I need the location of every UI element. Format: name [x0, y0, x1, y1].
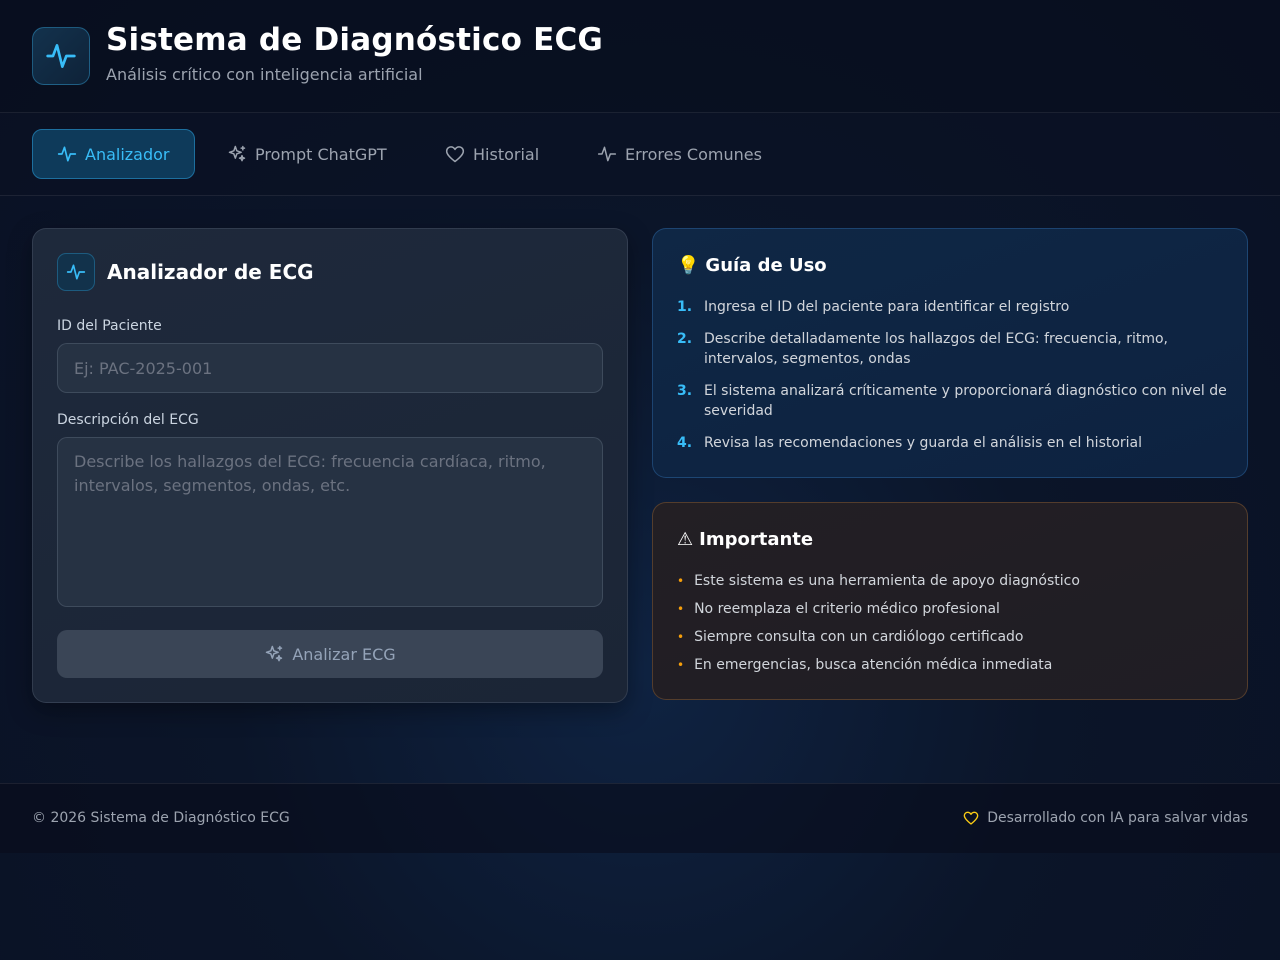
- activity-icon: [66, 264, 86, 280]
- important-item-text: En emergencias, busca atención médica in…: [694, 657, 1053, 673]
- tab-historial[interactable]: Historial: [421, 129, 563, 179]
- heart-icon: [445, 146, 465, 163]
- app-header: Sistema de Diagnóstico ECG Análisis crít…: [0, 0, 1280, 113]
- sparkles-icon: [228, 145, 246, 162]
- step-number: 2.: [677, 331, 693, 347]
- important-item: • No reemplaza el criterio médico profesi…: [677, 599, 1000, 619]
- analyzer-title: Analizador de ECG: [107, 260, 314, 284]
- step-text: Describe detalladamente los hallazgos de…: [704, 331, 1168, 367]
- important-item: • En emergencias, busca atención médica i…: [677, 655, 1052, 675]
- lightbulb-icon: 💡: [677, 255, 700, 276]
- footer-tagline-text: Desarrollado con IA para salvar vidas: [987, 810, 1248, 826]
- step-text: Revisa las recomendaciones y guarda el a…: [704, 435, 1143, 451]
- warning-icon: ⚠: [677, 529, 694, 550]
- main-nav: Analizador Prompt ChatGPT Historial Erro…: [0, 113, 1280, 196]
- sparkles-icon: [266, 645, 283, 662]
- app-title: Sistema de Diagnóstico ECG: [106, 22, 604, 58]
- ecg-description-label: Descripción del ECG: [57, 412, 199, 428]
- bullet-dot-icon: •: [677, 630, 685, 644]
- app-footer: © 2026 Sistema de Diagnóstico ECG Desarr…: [0, 783, 1280, 853]
- analyze-ecg-button[interactable]: Analizar ECG: [57, 630, 603, 678]
- important-item: • Este sistema es una herramienta de apoy…: [677, 571, 1080, 591]
- step-number: 3.: [677, 383, 693, 399]
- important-item-text: Este sistema es una herramienta de apoyo…: [694, 573, 1080, 589]
- bullet-dot-icon: •: [677, 602, 685, 616]
- footer-tagline: Desarrollado con IA para salvar vidas: [963, 810, 1248, 826]
- bullet-dot-icon: •: [677, 574, 685, 588]
- bullet-dot-icon: •: [677, 658, 685, 672]
- tab-errores-comunes[interactable]: Errores Comunes: [573, 129, 786, 179]
- tab-label: Errores Comunes: [625, 144, 762, 164]
- step-text: Ingresa el ID del paciente para identifi…: [704, 299, 1070, 315]
- guide-step: 1. Ingresa el ID del paciente para ident…: [677, 297, 1227, 317]
- analyzer-card: Analizador de ECG ID del Paciente Descri…: [32, 228, 628, 703]
- tab-prompt-chatgpt[interactable]: Prompt ChatGPT: [203, 129, 411, 179]
- guide-title: 💡 Guía de Uso: [677, 255, 827, 276]
- tab-label: Prompt ChatGPT: [255, 144, 387, 164]
- important-item: • Siempre consulta con un cardiólogo cert…: [677, 627, 1023, 647]
- activity-icon: [46, 44, 76, 68]
- app-subtitle: Análisis crítico con inteligencia artifi…: [106, 65, 423, 84]
- step-number: 4.: [677, 435, 693, 451]
- heart-icon: [963, 811, 979, 825]
- footer-copyright: © 2026 Sistema de Diagnóstico ECG: [32, 810, 290, 826]
- patient-id-label: ID del Paciente: [57, 318, 162, 334]
- ecg-description-input[interactable]: [57, 437, 603, 607]
- activity-icon: [57, 146, 77, 162]
- guide-step: 3. El sistema analizará críticamente y p…: [677, 381, 1227, 421]
- important-item-text: No reemplaza el criterio médico profesio…: [694, 601, 1000, 617]
- tab-analizador[interactable]: Analizador: [32, 129, 195, 179]
- important-card: ⚠ Importante • Este sistema es una herram…: [652, 502, 1248, 700]
- tab-label: Historial: [473, 144, 540, 164]
- important-title-text: Importante: [699, 529, 814, 550]
- analyzer-icon-box: [57, 253, 95, 291]
- patient-id-input[interactable]: [57, 343, 603, 393]
- guide-step: 4. Revisa las recomendaciones y guarda e…: [677, 433, 1227, 453]
- step-number: 1.: [677, 299, 693, 315]
- important-item-text: Siempre consulta con un cardiólogo certi…: [694, 629, 1024, 645]
- guide-title-text: Guía de Uso: [705, 255, 827, 276]
- app-logo: [32, 27, 90, 85]
- important-title: ⚠ Importante: [677, 529, 813, 550]
- analyze-button-label: Analizar ECG: [292, 644, 396, 664]
- guide-card: 💡 Guía de Uso 1. Ingresa el ID del pacie…: [652, 228, 1248, 478]
- guide-step: 2. Describe detalladamente los hallazgos…: [677, 329, 1227, 369]
- tab-label: Analizador: [85, 144, 170, 164]
- step-text: El sistema analizará críticamente y prop…: [704, 383, 1227, 419]
- activity-icon: [597, 146, 617, 162]
